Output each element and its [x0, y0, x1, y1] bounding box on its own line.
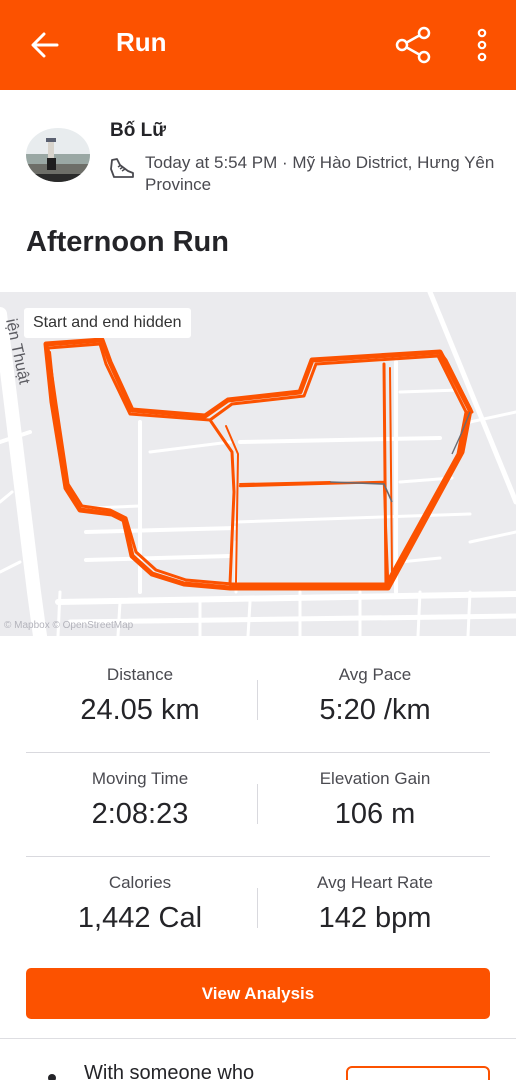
activity-title: Afternoon Run [26, 226, 229, 258]
arrow-left-icon [31, 32, 59, 58]
stat-moving-time: Moving Time 2:08:23 [24, 768, 256, 831]
map-attribution: © Mapbox © OpenStreetMap [4, 620, 134, 631]
stat-label: Elevation Gain [319, 769, 431, 788]
stat-avg-heart-rate: Avg Heart Rate 142 bpm [259, 872, 491, 935]
stat-avg-pace: Avg Pace 5:20 /km [259, 664, 491, 727]
stat-value: 106 m [334, 798, 416, 830]
view-analysis-button[interactable]: View Analysis [26, 968, 490, 1019]
map-tiles: iện Thuật [0, 292, 516, 636]
shoe-icon [110, 158, 134, 178]
page-title: Run [116, 27, 167, 57]
stat-value: 24.05 km [80, 694, 200, 726]
activity-meta: Today at 5:54 PM · Mỹ Hào District, Hưng… [145, 153, 495, 194]
promo-button[interactable] [346, 1066, 490, 1080]
share-button[interactable] [388, 20, 438, 70]
stats-divider [26, 856, 490, 857]
stat-label: Avg Pace [338, 665, 412, 684]
stat-divider [257, 888, 258, 928]
stats-divider [26, 752, 490, 753]
share-icon [395, 26, 431, 64]
athlete-name[interactable]: Bố Lữ [110, 120, 166, 142]
stat-elevation-gain: Elevation Gain 106 m [259, 768, 491, 831]
stat-calories: Calories 1,442 Cal [24, 872, 256, 935]
promo-text: With someone who [84, 1062, 255, 1080]
more-vertical-icon [477, 28, 487, 62]
privacy-label: Start and end hidden [24, 308, 191, 338]
stat-value: 2:08:23 [91, 798, 189, 830]
stat-divider [257, 680, 258, 720]
stat-distance: Distance 24.05 km [24, 664, 256, 727]
bullet-icon [48, 1074, 56, 1080]
stat-label: Calories [108, 873, 172, 892]
section-divider [0, 1038, 516, 1039]
app-header: Run [0, 0, 516, 90]
more-options-button[interactable] [464, 20, 500, 70]
stat-label: Avg Heart Rate [317, 873, 433, 892]
avatar[interactable] [26, 128, 90, 182]
back-button[interactable] [22, 22, 68, 68]
stat-label: Distance [106, 665, 174, 684]
stat-value: 1,442 Cal [77, 902, 203, 934]
route-polyline [43, 337, 474, 591]
stat-label: Moving Time [91, 769, 189, 788]
stat-divider [257, 784, 258, 824]
stat-value: 5:20 /km [319, 694, 431, 726]
stat-value: 142 bpm [318, 902, 432, 934]
route-map[interactable]: iện Thuật [0, 292, 516, 636]
avatar-photo [26, 128, 90, 182]
